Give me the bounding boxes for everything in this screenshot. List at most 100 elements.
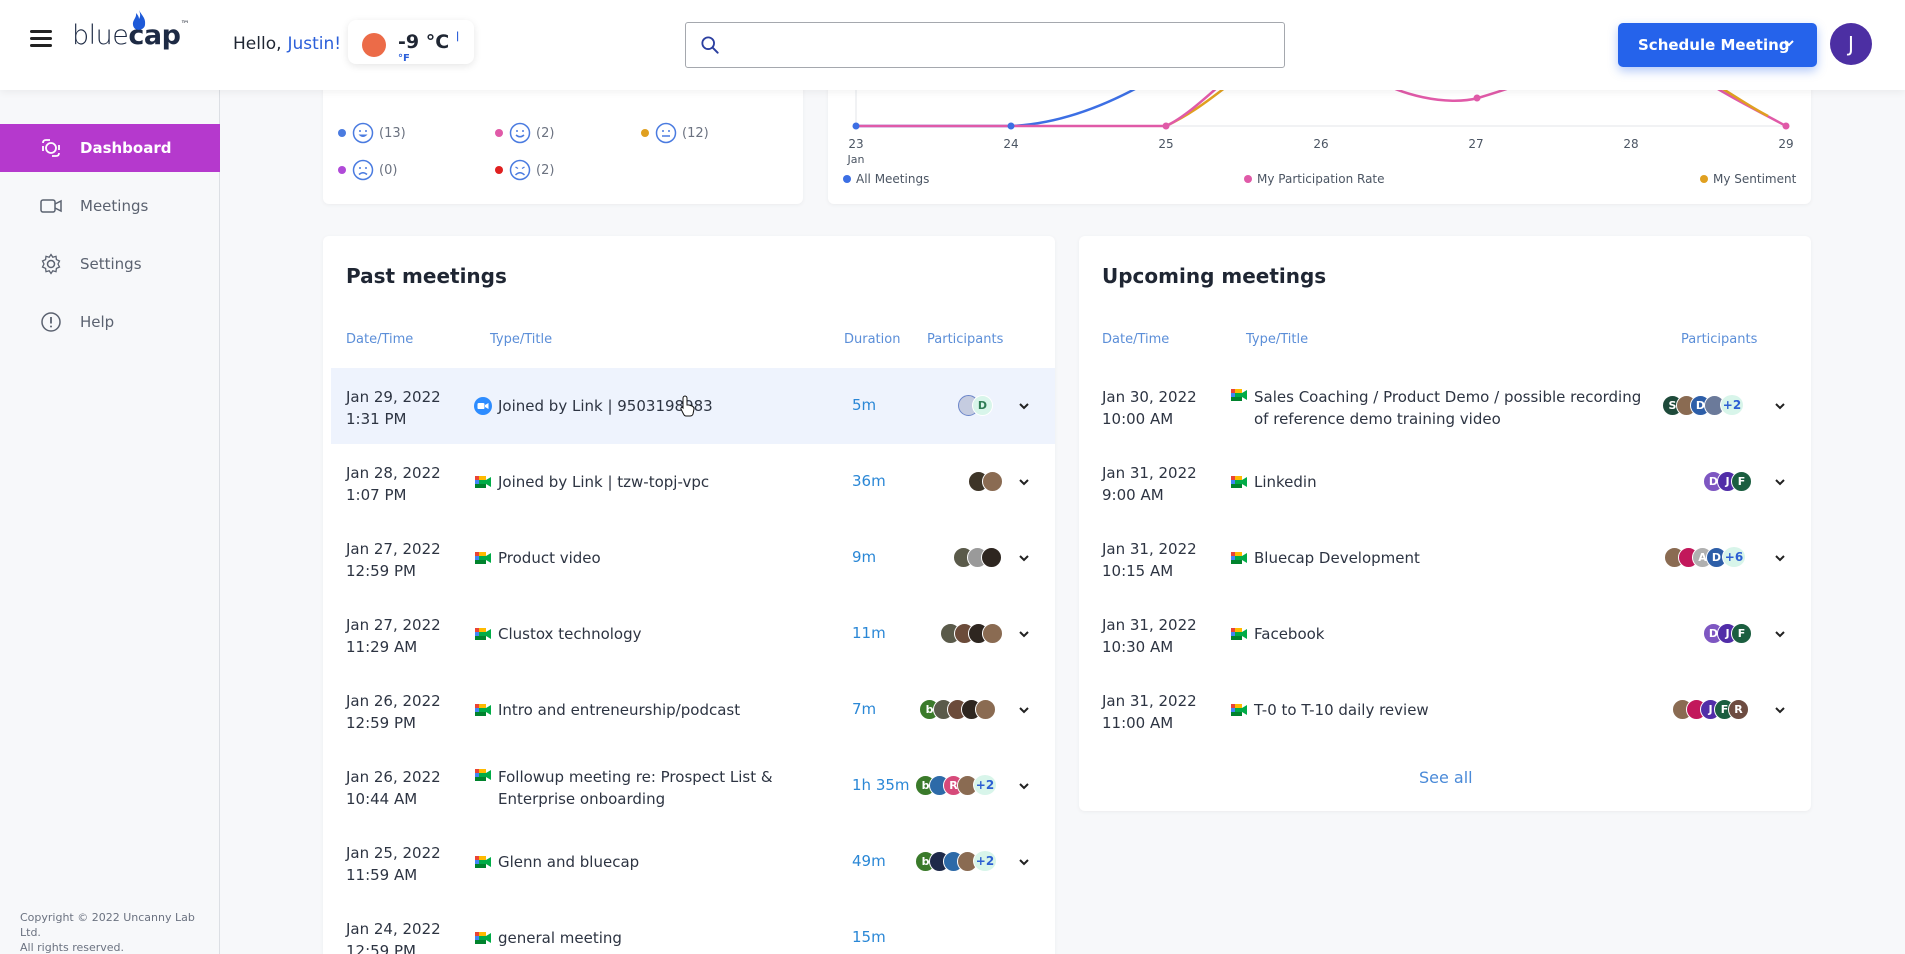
past-meeting-row[interactable]: Jan 27, 2022 12:59 PM Product video 9m [331,520,1055,596]
info-circle-icon [41,312,61,332]
upcoming-meeting-row[interactable]: Jan 31, 2022 10:15 AM Bluecap Developmen… [1087,520,1811,596]
google-meet-icon [1231,476,1247,488]
participants-avatars[interactable] [953,546,1002,568]
sentiment-sad: (0) [338,159,397,181]
avatar: F [1731,622,1752,644]
col-header-datetime[interactable]: Date/Time [1102,332,1169,347]
chevron-down-icon[interactable] [1774,400,1786,412]
meeting-title: general meeting [498,929,622,947]
participants-avatars[interactable]: D J F [1703,470,1752,492]
chevron-down-icon[interactable] [1774,704,1786,716]
meeting-datetime: Jan 26, 2022 12:59 PM [346,692,441,732]
meeting-title: Bluecap Development [1254,549,1420,567]
upcoming-meetings-title: Upcoming meetings [1102,264,1327,288]
participants-avatars[interactable]: A D +6 [1664,546,1746,568]
past-meeting-row[interactable]: Jan 26, 2022 10:44 AM Followup meeting r… [331,748,1055,824]
user-avatar[interactable]: J [1830,23,1872,65]
chevron-down-icon[interactable] [1774,628,1786,640]
zoom-icon [474,397,492,415]
more-participants-badge: +2 [973,850,997,872]
dashboard-icon [42,139,60,157]
upcoming-meeting-row[interactable]: Jan 30, 2022 10:00 AM Sales Coaching / P… [1087,368,1811,444]
chevron-down-icon[interactable] [1774,476,1786,488]
hamburger-menu-icon[interactable] [30,30,52,48]
schedule-meeting-button[interactable]: Schedule Meeting [1618,23,1817,67]
see-all-link[interactable]: See all [1419,768,1473,787]
sidebar-item-settings[interactable]: Settings [0,240,220,288]
google-meet-icon [1231,628,1247,640]
chevron-down-icon[interactable] [1018,704,1030,716]
meeting-title: Clustox technology [498,625,642,643]
meeting-duration: 9m [852,548,877,566]
meeting-datetime: Jan 31, 2022 10:15 AM [1102,540,1197,580]
meeting-title: Facebook [1254,625,1325,643]
meeting-duration: 1h 35m [852,776,910,794]
upcoming-meeting-row[interactable]: Jan 31, 2022 10:30 AM Facebook D J F [1087,596,1811,672]
meeting-datetime: Jan 27, 2022 11:29 AM [346,616,441,656]
google-meet-icon [475,769,491,781]
sentiment-very-happy: (13) [338,122,406,144]
past-meeting-row[interactable]: Jan 25, 2022 11:59 AM Glenn and bluecap … [331,824,1055,900]
meeting-datetime: Jan 31, 2022 11:00 AM [1102,692,1197,732]
weather-widget[interactable]: -9 °C | °F [348,20,474,64]
col-header-datetime[interactable]: Date/Time [346,332,413,347]
chevron-down-icon[interactable] [1018,856,1030,868]
participants-avatars[interactable]: b [919,698,996,720]
past-meeting-row[interactable]: Jan 24, 2022 12:59 PM general meeting 15… [331,900,1055,954]
google-meet-icon [1231,389,1247,401]
chart-point [1782,122,1790,130]
participants-avatars[interactable]: S D +2 [1662,394,1744,416]
participants-avatars[interactable]: b R +2 [915,774,997,796]
avatar [982,470,1003,492]
meeting-duration: 36m [852,472,886,490]
google-meet-icon [475,932,491,944]
x-tick-label: 28 [1623,137,1638,151]
chevron-down-icon[interactable] [1018,552,1030,564]
participants-avatars[interactable] [968,470,1003,492]
past-meeting-row[interactable]: Jan 26, 2022 12:59 PM Intro and entreneu… [331,672,1055,748]
all-meetings-line [856,86,1144,128]
chevron-down-icon[interactable] [1018,400,1030,412]
avatar: F [1731,470,1752,492]
past-meeting-row[interactable]: Jan 27, 2022 11:29 AM Clustox technology… [331,596,1055,672]
past-meetings-card: Past meetings Date/Time Type/Title Durat… [323,236,1055,954]
bluecap-logo[interactable]: bluecap™ [72,10,189,60]
participants-avatars[interactable]: D [958,394,993,416]
participants-avatars[interactable]: J F R [1672,698,1749,720]
search-icon [701,36,719,54]
sentiment-happy: (2) [495,122,554,144]
col-header-duration[interactable]: Duration [844,332,900,347]
chart-point [1162,122,1170,130]
participants-avatars[interactable] [940,622,1003,644]
activity-line-chart: 23 Jan 24 25 26 27 28 29 All Meetings My… [843,86,1797,186]
col-header-title[interactable]: Type/Title [1246,332,1308,347]
sidebar: Dashboard Meetings Settings Help Copyrig… [0,90,220,954]
meeting-duration: 5m [852,396,877,414]
gear-icon [41,253,61,275]
past-meeting-row[interactable]: Jan 28, 2022 1:07 PM Joined by Link | tz… [331,444,1055,520]
legend-participation-rate: My Participation Rate [1257,172,1385,186]
meeting-datetime: Jan 25, 2022 11:59 AM [346,844,441,884]
col-header-title[interactable]: Type/Title [490,332,552,347]
meeting-title: Linkedin [1254,473,1317,491]
chevron-down-icon[interactable] [1018,628,1030,640]
upcoming-meeting-row[interactable]: Jan 31, 2022 11:00 AM T-0 to T-10 daily … [1087,672,1811,748]
participants-avatars[interactable]: b +2 [915,850,997,872]
search-input[interactable] [732,31,1272,59]
search-bar[interactable] [685,22,1285,68]
sidebar-item-meetings[interactable]: Meetings [0,182,220,230]
chevron-down-icon[interactable] [1018,476,1030,488]
google-meet-icon [475,552,491,564]
chevron-down-icon[interactable] [1774,552,1786,564]
col-header-participants[interactable]: Participants [927,332,1003,347]
sidebar-item-help[interactable]: Help [0,298,220,346]
participants-avatars[interactable]: D J F [1703,622,1752,644]
upcoming-meeting-row[interactable]: Jan 31, 2022 9:00 AM Linkedin D J F [1087,444,1811,520]
chevron-down-icon[interactable] [1018,780,1030,792]
sidebar-item-dashboard[interactable]: Dashboard [0,124,220,172]
weather-temp: -9 °C | °F [398,31,460,64]
meeting-title: Glenn and bluecap [498,853,640,871]
x-tick-label: 25 [1158,137,1173,151]
more-participants-badge: +2 [1720,394,1744,416]
col-header-participants[interactable]: Participants [1681,332,1757,347]
